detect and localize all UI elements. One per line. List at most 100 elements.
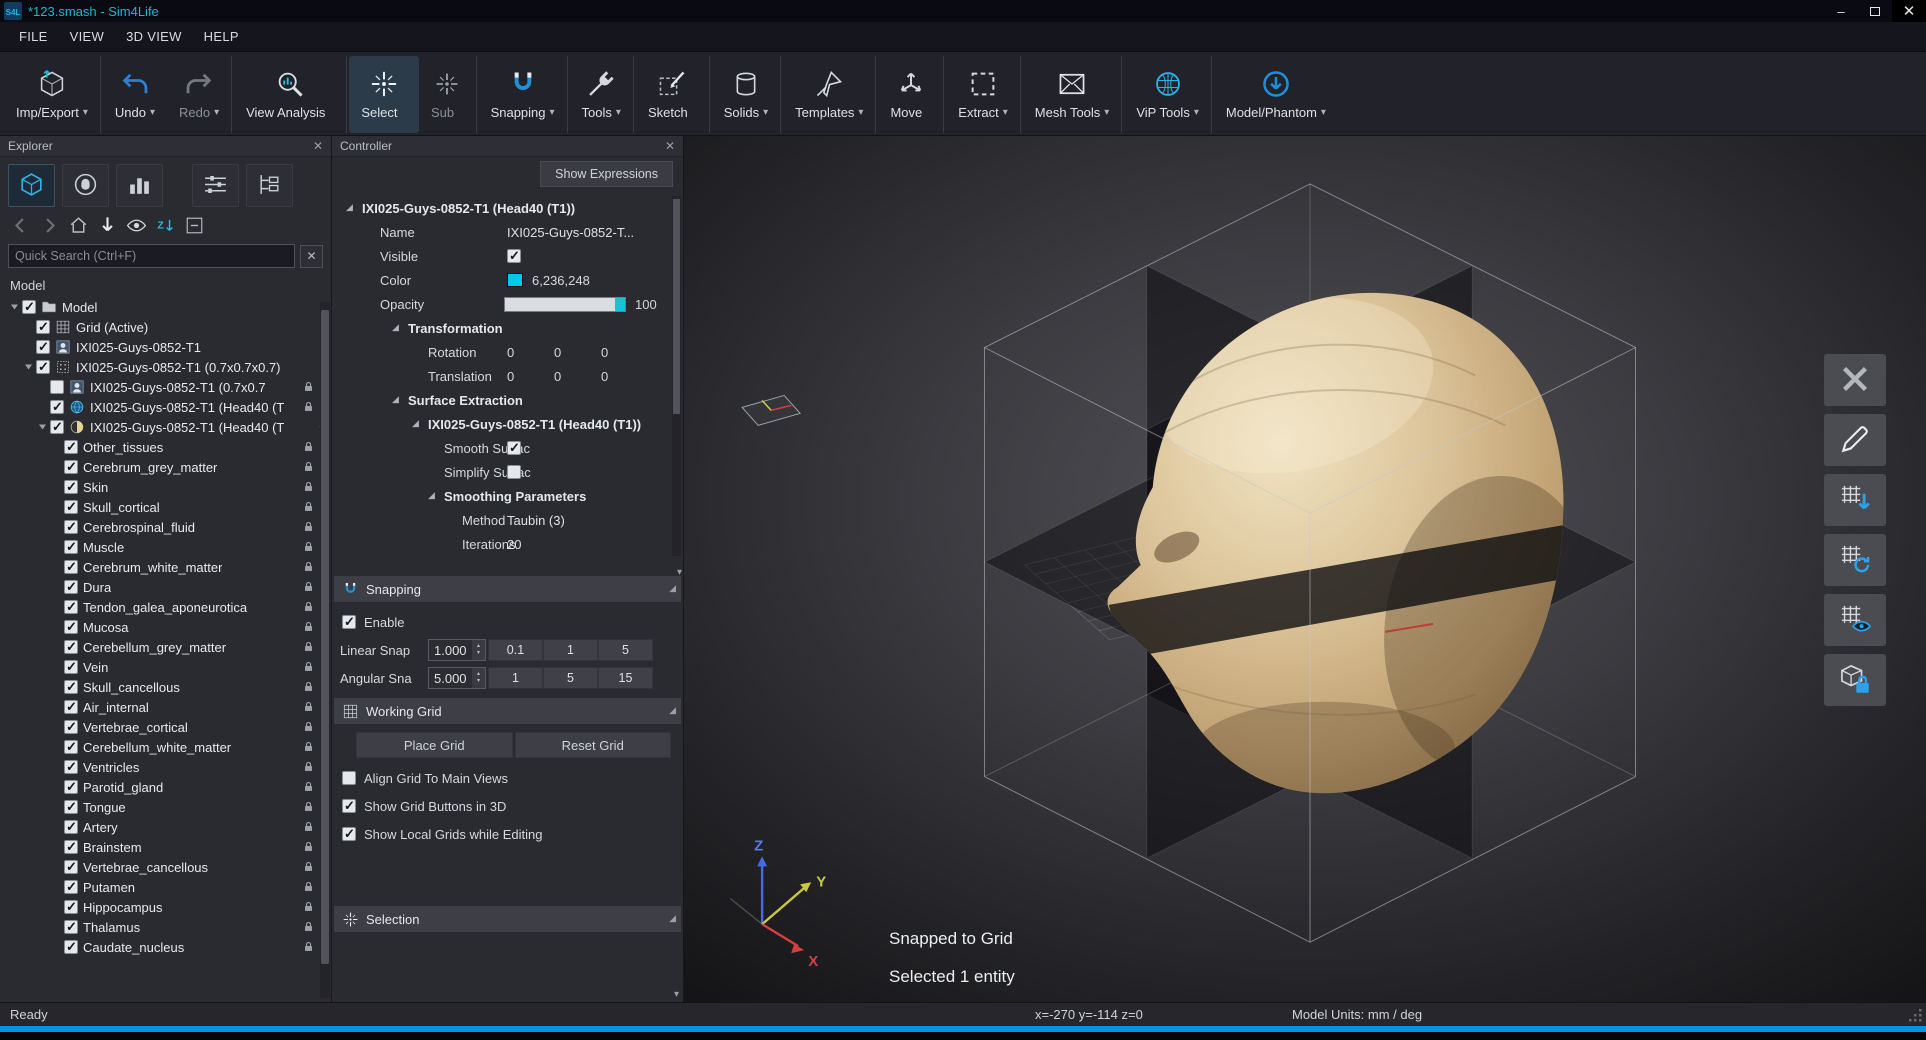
- name-value[interactable]: IXI025-Guys-0852-T...: [507, 225, 634, 240]
- toolbar-button[interactable]: ViP Tools ▾: [1124, 56, 1212, 133]
- visibility-checkbox[interactable]: [64, 620, 78, 634]
- tree-item[interactable]: Model ◄: [0, 297, 331, 317]
- color-row[interactable]: Color 6,236,248: [332, 268, 683, 292]
- selection-section-header[interactable]: Selection ◢: [334, 906, 681, 932]
- smooth-surface-row[interactable]: Smooth Surfac: [332, 436, 683, 460]
- snap-preset-button[interactable]: 15: [598, 667, 653, 689]
- spinner-arrows-icon[interactable]: ▴▾: [472, 668, 485, 688]
- dropdown-caret-icon[interactable]: ▾: [150, 107, 155, 118]
- tree-item[interactable]: Vein ◄: [0, 657, 331, 677]
- explorer-scrollbar[interactable]: [320, 302, 330, 998]
- tree-item[interactable]: Tongue ◄: [0, 797, 331, 817]
- grid-reset-button[interactable]: [1824, 534, 1886, 586]
- tree-item[interactable]: Thalamus ◄: [0, 917, 331, 937]
- dropdown-caret-icon[interactable]: ▾: [1003, 107, 1008, 118]
- tree-item[interactable]: Skull_cortical ◄: [0, 497, 331, 517]
- tree-item[interactable]: Skin ◄: [0, 477, 331, 497]
- visibility-checkbox[interactable]: [64, 640, 78, 654]
- toolbar-button[interactable]: Snapping ▾: [479, 56, 568, 133]
- visibility-checkbox[interactable]: [64, 500, 78, 514]
- tree-item[interactable]: Parotid_gland ◄: [0, 777, 331, 797]
- clear-search-button[interactable]: ✕: [300, 245, 323, 268]
- grid-option-checkbox[interactable]: [342, 771, 356, 785]
- tree-item[interactable]: Cerebrospinal_fluid ◄: [0, 517, 331, 537]
- collapse-tri-icon[interactable]: ◢: [392, 322, 399, 333]
- forward-button[interactable]: [39, 215, 60, 236]
- visibility-checkbox[interactable]: [36, 360, 50, 374]
- visibility-checkbox[interactable]: [64, 440, 78, 454]
- lock-entity-button[interactable]: [1824, 654, 1886, 706]
- visibility-checkbox[interactable]: [64, 520, 78, 534]
- tree-item[interactable]: IXI025-Guys-0852-T1 (0.7x0.7x0.7) ◄: [0, 357, 331, 377]
- dropdown-caret-icon[interactable]: ▾: [763, 107, 768, 118]
- simplify-surface-row[interactable]: Simplify Surfac: [332, 460, 683, 484]
- collapse-tri-icon[interactable]: ◢: [392, 394, 399, 405]
- home-button[interactable]: [68, 215, 89, 236]
- scrollbar-thumb[interactable]: [673, 199, 680, 414]
- toolbar-button[interactable]: Extract ▾: [946, 56, 1021, 133]
- snap-preset-button[interactable]: 5: [598, 639, 653, 661]
- visibility-checkbox[interactable]: [64, 920, 78, 934]
- tree-item[interactable]: Putamen ◄: [0, 877, 331, 897]
- toolbar-button[interactable]: Solids ▾: [712, 56, 781, 133]
- snapping-section-header[interactable]: Snapping ◢: [334, 576, 681, 602]
- tree-item[interactable]: Vertebrae_cancellous ◄: [0, 857, 331, 877]
- toolbar-button[interactable]: Undo ▾: [103, 56, 167, 133]
- 3d-viewport[interactable]: Z Y X Snapped to Grid Selected 1 entity: [684, 136, 1926, 1002]
- smoothing-params-header[interactable]: ◢ Smoothing Parameters: [332, 484, 683, 508]
- grid-option-checkbox[interactable]: [342, 827, 356, 841]
- tree-item[interactable]: IXI025-Guys-0852-T1 ◄: [0, 337, 331, 357]
- opacity-row[interactable]: Opacity 100: [332, 292, 683, 316]
- snap-preset-button[interactable]: 5: [543, 667, 598, 689]
- visibility-checkbox[interactable]: [64, 680, 78, 694]
- toolbar-button[interactable]: Tools ▾: [570, 56, 634, 133]
- enable-snapping-checkbox[interactable]: [342, 615, 356, 629]
- tree-item[interactable]: Mucosa ◄: [0, 617, 331, 637]
- visibility-checkbox[interactable]: [64, 700, 78, 714]
- tree-item[interactable]: Cerebellum_grey_matter ◄: [0, 637, 331, 657]
- visibility-checkbox[interactable]: [64, 560, 78, 574]
- tree-item[interactable]: Hippocampus ◄: [0, 897, 331, 917]
- visibility-checkbox[interactable]: [50, 420, 64, 434]
- expander-icon[interactable]: [36, 420, 49, 433]
- close-panel-icon[interactable]: ✕: [665, 139, 675, 153]
- resize-grip[interactable]: [1907, 1007, 1923, 1023]
- tree-item[interactable]: IXI025-Guys-0852-T1 (0.7x0.7 ◄: [0, 377, 331, 397]
- tree-item[interactable]: Caudate_nucleus ◄: [0, 937, 331, 957]
- minimize-button[interactable]: –: [1824, 0, 1858, 22]
- translation-values[interactable]: 0 0 0: [507, 369, 648, 384]
- back-button[interactable]: [10, 215, 31, 236]
- surface-extraction-header[interactable]: ◢ Surface Extraction: [332, 388, 683, 412]
- menu-item[interactable]: FILE: [8, 29, 59, 44]
- menu-item[interactable]: HELP: [193, 29, 250, 44]
- toolbar-button[interactable]: Imp/Export ▾: [4, 56, 101, 133]
- surface-item-header[interactable]: ◢ IXI025-Guys-0852-T1 (Head40 (T1)): [332, 412, 683, 436]
- 3d-scene[interactable]: Z Y X: [684, 136, 1926, 1002]
- tree-item[interactable]: Dura ◄: [0, 577, 331, 597]
- dropdown-caret-icon[interactable]: ▾: [214, 107, 219, 118]
- tree-item[interactable]: Grid (Active) ◄: [0, 317, 331, 337]
- menu-item[interactable]: 3D VIEW: [115, 29, 193, 44]
- visibility-checkbox[interactable]: [64, 760, 78, 774]
- grid-place-button[interactable]: [1824, 474, 1886, 526]
- tree-item[interactable]: Air_internal ◄: [0, 697, 331, 717]
- opacity-slider[interactable]: [504, 297, 626, 312]
- toolbar-button[interactable]: Move ▾: [878, 56, 944, 133]
- collapse-tri-icon[interactable]: ◢: [412, 418, 419, 429]
- tree-item[interactable]: IXI025-Guys-0852-T1 (Head40 (T ◄: [0, 417, 331, 437]
- iterations-row[interactable]: Iterations 20: [332, 532, 683, 556]
- collapse-corner-icon[interactable]: ◢: [669, 705, 676, 716]
- toolbar-button[interactable]: Templates ▾: [783, 56, 876, 133]
- collapse-tri-icon[interactable]: ◢: [346, 202, 353, 213]
- tree-item[interactable]: Cerebrum_white_matter ◄: [0, 557, 331, 577]
- tab-pipeline[interactable]: [246, 164, 293, 207]
- visibility-checkbox[interactable]: [64, 480, 78, 494]
- tree-item[interactable]: Cerebellum_white_matter ◄: [0, 737, 331, 757]
- show-expressions-button[interactable]: Show Expressions: [540, 161, 673, 187]
- color-swatch[interactable]: [507, 273, 523, 287]
- visibility-checkbox[interactable]: [22, 300, 36, 314]
- smooth-surface-checkbox[interactable]: [507, 441, 521, 455]
- method-row[interactable]: Method Taubin (3): [332, 508, 683, 532]
- toolbar-button[interactable]: Sub ▾: [419, 56, 477, 133]
- visibility-checkbox[interactable]: [36, 320, 50, 334]
